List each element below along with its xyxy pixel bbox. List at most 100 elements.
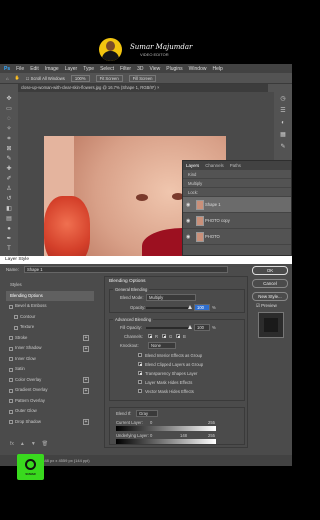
libraries-panel-icon[interactable]: ▦ <box>279 132 287 138</box>
blending-options-item[interactable]: Blending Options <box>6 290 94 301</box>
pen-tool-icon[interactable]: ✒ <box>5 236 13 242</box>
hand-tool-icon[interactable]: ✋ <box>15 75 20 81</box>
style-item[interactable]: Bevel & Emboss <box>6 301 94 312</box>
fill-opacity-slider[interactable] <box>146 325 192 329</box>
style-checkbox[interactable] <box>14 325 18 330</box>
eyedropper-tool-icon[interactable]: ✎ <box>5 156 13 162</box>
magic-wand-tool-icon[interactable]: ✧ <box>5 126 13 132</box>
menu-filter[interactable]: Filter <box>120 66 131 72</box>
visibility-eye-icon[interactable]: ◉ <box>186 213 192 229</box>
fx-icon[interactable]: fx <box>10 441 14 447</box>
underlying-layer-gradient[interactable] <box>116 439 216 444</box>
advanced-checkbox[interactable] <box>138 371 142 375</box>
style-checkbox[interactable] <box>9 378 13 382</box>
menu-file[interactable]: File <box>16 66 24 72</box>
preview-checkbox[interactable]: ☑ Preview <box>256 303 277 309</box>
move-down-icon[interactable]: ▼ <box>31 441 36 447</box>
name-field[interactable]: Shape 1 <box>24 266 228 273</box>
advanced-checkbox[interactable] <box>138 389 142 393</box>
knockout-select[interactable]: None <box>148 342 176 349</box>
fill-screen-button[interactable]: Fill Screen <box>128 74 157 82</box>
properties-panel-icon[interactable]: ☰ <box>279 108 287 114</box>
opacity-slider[interactable] <box>146 305 192 309</box>
advanced-checkbox[interactable] <box>138 380 142 384</box>
style-checkbox[interactable] <box>9 336 13 340</box>
menu-type[interactable]: Type <box>83 66 94 72</box>
adjustments-panel-icon[interactable]: ◐ <box>279 120 287 126</box>
style-item[interactable]: Inner Glow <box>6 354 94 365</box>
fill-opacity-input[interactable]: 100 <box>194 324 210 331</box>
history-panel-icon[interactable]: ◷ <box>279 96 287 102</box>
style-item[interactable]: Drop Shadow + <box>6 417 94 428</box>
style-item[interactable]: Contour <box>6 312 94 323</box>
menu-window[interactable]: Window <box>189 66 207 72</box>
history-brush-tool-icon[interactable]: ↺ <box>5 196 13 202</box>
add-style-icon[interactable]: + <box>83 335 89 341</box>
menu-3d[interactable]: 3D <box>137 66 143 72</box>
document-tab[interactable]: close-up-woman-with-clear-skin-flowers.j… <box>18 84 268 92</box>
opacity-slider-knob[interactable] <box>188 305 192 309</box>
style-item[interactable]: Stroke + <box>6 333 94 344</box>
menu-image[interactable]: Image <box>45 66 59 72</box>
lasso-tool-icon[interactable]: ◌ <box>5 116 13 122</box>
add-style-icon[interactable]: + <box>83 387 89 394</box>
clone-stamp-tool-icon[interactable]: ♙ <box>5 186 13 192</box>
style-checkbox[interactable] <box>14 315 18 319</box>
style-checkbox[interactable] <box>9 357 13 361</box>
style-checkbox[interactable] <box>9 367 13 372</box>
layer-blend-mode[interactable]: Multiply <box>183 179 291 188</box>
style-item[interactable]: Pattern Overlay <box>6 396 94 407</box>
visibility-eye-icon[interactable]: ◉ <box>186 197 192 213</box>
menu-layer[interactable]: Layer <box>65 66 78 72</box>
ok-button[interactable]: OK <box>252 266 288 275</box>
gradient-tool-icon[interactable]: ▤ <box>5 216 13 222</box>
style-checkbox[interactable] <box>9 304 13 309</box>
style-item[interactable]: Color Overlay + <box>6 375 94 386</box>
visibility-eye-icon[interactable]: ◉ <box>186 229 192 245</box>
opacity-input[interactable]: 100 <box>194 304 210 311</box>
menu-help[interactable]: Help <box>212 66 222 72</box>
tab-channels[interactable]: Channels <box>205 161 224 170</box>
move-up-icon[interactable]: ▲ <box>20 441 25 447</box>
style-checkbox[interactable] <box>9 399 13 403</box>
current-layer-gradient[interactable] <box>116 426 216 431</box>
style-item[interactable]: Inner Shadow + <box>6 343 94 354</box>
menu-view[interactable]: View <box>150 66 161 72</box>
home-icon[interactable]: ⌂ <box>6 76 9 81</box>
crop-tool-icon[interactable]: ⌗ <box>5 136 13 142</box>
add-style-icon[interactable]: + <box>83 345 89 352</box>
kind-filter[interactable]: Kind <box>183 170 291 179</box>
trash-icon[interactable]: 🗑 <box>42 441 48 447</box>
advanced-checkbox[interactable] <box>138 353 142 357</box>
advanced-checkbox[interactable] <box>138 362 142 366</box>
style-item[interactable]: Gradient Overlay + <box>6 385 94 396</box>
layer-row[interactable]: ◉ PHOTO copy <box>183 213 291 229</box>
zoom-100-button[interactable]: 100% <box>70 74 90 82</box>
style-checkbox[interactable] <box>9 409 13 414</box>
blend-if-select[interactable]: Gray <box>136 410 158 417</box>
frame-tool-icon[interactable]: ⊠ <box>5 146 13 152</box>
fill-opacity-slider-knob[interactable] <box>188 325 192 329</box>
style-item[interactable]: Satin <box>6 364 94 375</box>
dodge-tool-icon[interactable]: ● <box>5 226 13 232</box>
style-item[interactable]: Texture <box>6 322 94 333</box>
healing-brush-tool-icon[interactable]: ✚ <box>5 166 13 172</box>
add-style-icon[interactable]: + <box>83 419 89 425</box>
menu-plugins[interactable]: Plugins <box>166 66 182 72</box>
fit-screen-button[interactable]: Fit Screen <box>95 74 123 82</box>
move-tool-icon[interactable]: ✥ <box>5 96 13 102</box>
menu-select[interactable]: Select <box>100 66 114 72</box>
cancel-button[interactable]: Cancel <box>252 279 288 288</box>
style-checkbox[interactable] <box>9 388 13 393</box>
type-tool-icon[interactable]: T <box>5 246 13 252</box>
menu-edit[interactable]: Edit <box>30 66 39 72</box>
scroll-all-windows-checkbox[interactable]: ☐ Scroll All Windows <box>26 76 65 81</box>
layer-row[interactable]: ◉ PHOTO <box>183 229 291 245</box>
new-style-button[interactable]: New Style... <box>252 292 288 301</box>
brush-tool-icon[interactable]: ✐ <box>5 176 13 182</box>
brush-settings-panel-icon[interactable]: ✎ <box>279 144 287 150</box>
add-style-icon[interactable]: + <box>83 377 89 383</box>
style-item[interactable]: Outer Glow <box>6 406 94 417</box>
styles-heading[interactable]: Styles <box>6 280 94 291</box>
tab-layers[interactable]: Layers <box>186 161 199 170</box>
